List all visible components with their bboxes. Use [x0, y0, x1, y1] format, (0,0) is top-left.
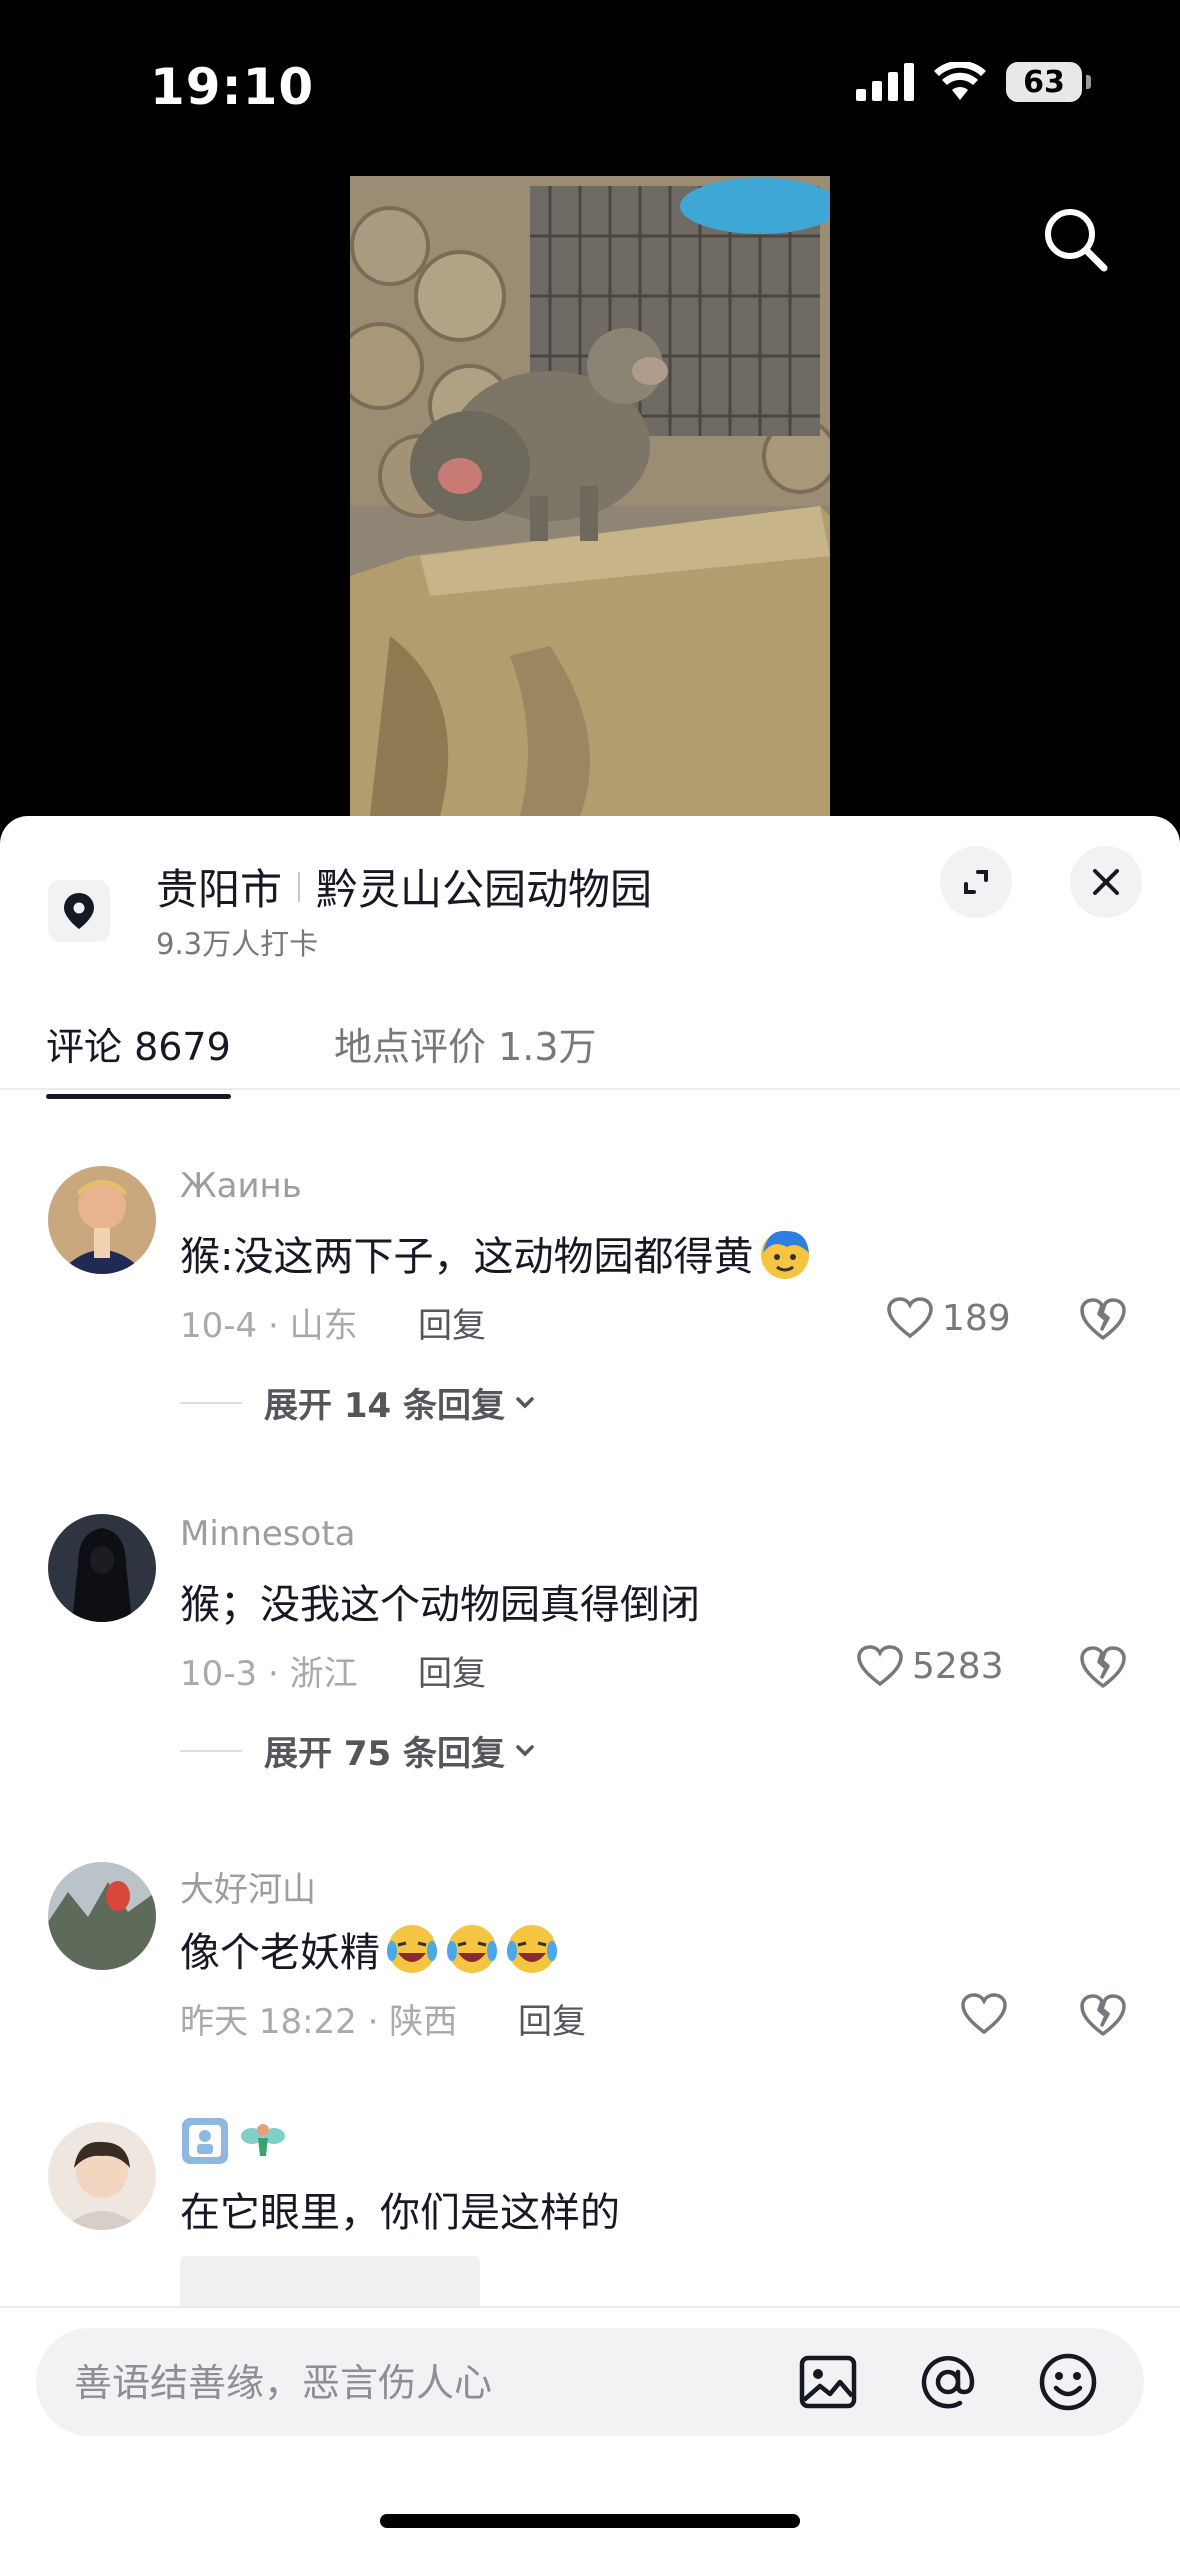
video-preview[interactable]: [350, 176, 830, 816]
at-icon: [921, 2355, 975, 2409]
signal-icon: [856, 63, 914, 101]
close-icon: [1093, 869, 1119, 895]
reply-button[interactable]: 回复: [418, 1646, 486, 1695]
laughing-crying-emoji-icon: [447, 1925, 497, 1973]
close-button[interactable]: [1070, 846, 1142, 918]
face-emoji-icon: [761, 1230, 810, 1279]
like-count: 189: [942, 1297, 1011, 1339]
laughing-crying-emoji-icon: [387, 1925, 437, 1973]
dislike-button[interactable]: [1078, 1296, 1128, 1346]
avatar[interactable]: [48, 2122, 156, 2230]
mention-button[interactable]: [916, 2350, 980, 2414]
like-button[interactable]: 5283: [856, 1644, 1004, 1688]
heart-icon: [887, 1297, 933, 1339]
expand-replies[interactable]: 展开 14 条回复: [180, 1378, 539, 1427]
comment-text: 在它眼里，你们是这样的: [180, 2190, 620, 2236]
emoji-button[interactable]: [1036, 2350, 1100, 2414]
home-indicator: [380, 2514, 800, 2528]
comment-username[interactable]: 大好河山: [180, 1862, 316, 1911]
search-button[interactable]: [1036, 200, 1116, 280]
avatar[interactable]: [48, 1166, 156, 1274]
reply-button[interactable]: 回复: [518, 1994, 586, 2043]
comments-sheet: 贵阳市 黔灵山公园动物园 9.3万人打卡 评论 8679 地点评价 1.3万 Ж…: [0, 816, 1180, 2556]
status-icons: 63: [856, 62, 1091, 102]
broken-heart-icon: [1080, 1646, 1126, 1688]
comment-meta: 昨天 18:22 · 陕西: [180, 2002, 458, 2042]
comment-text: 猴:没这两下子，这动物园都得黄: [180, 1224, 813, 1282]
comment-input-container: [36, 2328, 1144, 2436]
expand-icon: [964, 870, 988, 894]
broken-heart-icon: [1080, 1994, 1126, 2036]
dislike-button[interactable]: [1078, 1992, 1128, 2042]
battery-indicator: 63: [1006, 62, 1091, 102]
heart-icon: [857, 1645, 903, 1687]
comment-text: 像个老妖精: [180, 1920, 560, 1978]
comment-username[interactable]: Minnesota: [180, 1514, 355, 1554]
comment-text: 猴；没我这个动物园真得倒闭: [180, 1582, 700, 1628]
location-title[interactable]: 贵阳市 黔灵山公园动物园: [156, 856, 652, 917]
broken-heart-icon: [1080, 1298, 1126, 1340]
like-button[interactable]: [960, 1992, 1008, 2036]
like-button[interactable]: 189: [886, 1296, 1011, 1340]
tab-place-reviews[interactable]: 地点评价 1.3万: [334, 1016, 597, 1071]
chevron-down-icon: [516, 1744, 534, 1756]
wifi-icon: [934, 62, 986, 100]
location-pin-icon: [64, 893, 94, 929]
status-time: 19:10: [150, 58, 315, 116]
comment-meta: 10-3 · 浙江: [180, 1654, 358, 1694]
expand-button[interactable]: [940, 846, 1012, 918]
like-count: 5283: [912, 1645, 1004, 1687]
comment-input-bar: [0, 2306, 1180, 2556]
image-button[interactable]: [796, 2350, 860, 2414]
tab-comments[interactable]: 评论 8679: [46, 1016, 231, 1099]
chevron-down-icon: [516, 1396, 534, 1408]
monkey-video-image: [350, 176, 830, 816]
comment-meta: 10-4 · 山东: [180, 1306, 358, 1346]
avatar[interactable]: [48, 1514, 156, 1622]
avatar[interactable]: [48, 1862, 156, 1970]
laughing-crying-emoji-icon: [507, 1925, 557, 1973]
image-icon: [799, 2355, 857, 2409]
comment-input[interactable]: [72, 2350, 776, 2416]
tab-bar: 评论 8679 地点评价 1.3万: [0, 986, 1180, 1099]
comment-user-badges[interactable]: [180, 2116, 288, 2166]
location-place: 黔灵山公园动物园: [316, 865, 653, 914]
divider: [180, 1401, 242, 1404]
emoji-icon: [1039, 2353, 1097, 2411]
reply-button[interactable]: 回复: [418, 1298, 486, 1347]
divider: [180, 1749, 242, 1752]
location-badge[interactable]: [48, 880, 110, 942]
fairy-icon: [241, 2124, 285, 2156]
dislike-button[interactable]: [1078, 1644, 1128, 1694]
title-separator: [298, 871, 301, 902]
comment-username[interactable]: Жаинь: [180, 1166, 302, 1206]
expand-replies[interactable]: 展开 75 条回复: [180, 1726, 539, 1775]
badge-icon: [182, 2118, 228, 2164]
heart-icon: [961, 1993, 1007, 2035]
search-icon: [1045, 209, 1108, 272]
location-city: 贵阳市: [156, 865, 283, 914]
checkin-count: 9.3万人打卡: [156, 927, 319, 961]
